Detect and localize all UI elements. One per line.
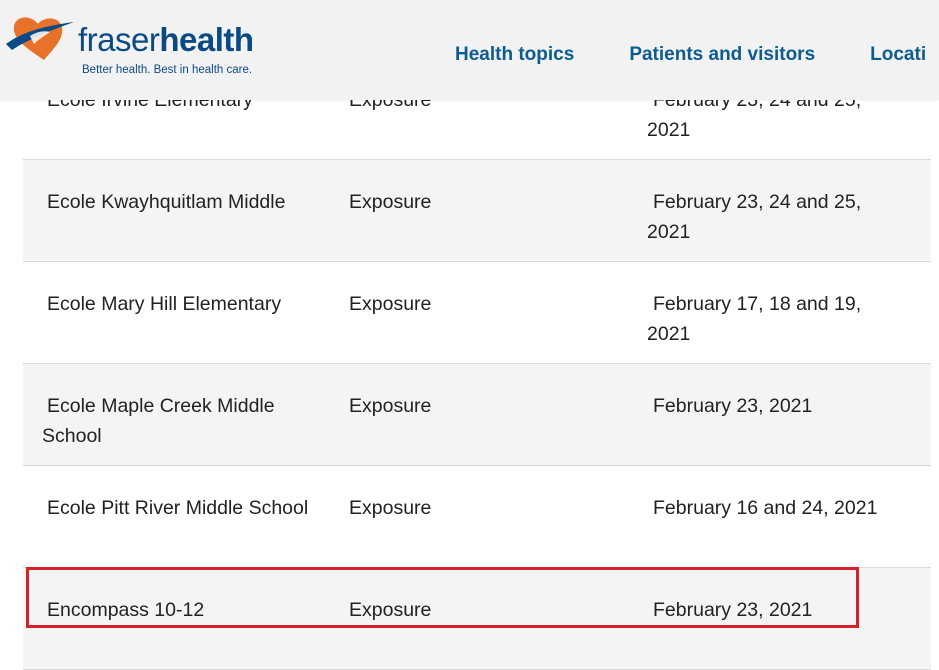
school-name: Ecole Pitt River Middle School xyxy=(47,497,309,519)
exposure-type: Exposure xyxy=(349,599,432,621)
fraserhealth-logo[interactable]: fraserhealth Better health. Best in heal… xyxy=(4,14,254,84)
exposure-dates: February 23, 2021 xyxy=(653,395,813,417)
exposure-type: Exposure xyxy=(349,191,432,213)
exposure-type: Exposure xyxy=(349,293,432,315)
school-name: Encompass 10-12 xyxy=(47,599,205,621)
table-row: Ecole Pitt River Middle School Exposure … xyxy=(23,466,931,568)
logo-wordmark-health: health xyxy=(159,21,254,58)
exposure-dates: February 17, 18 and 19, 2021 xyxy=(647,293,862,345)
table-row: Ecole Maple Creek Middle School Exposure… xyxy=(23,364,931,466)
nav-health-topics[interactable]: Health topics xyxy=(455,44,574,66)
exposure-type: Exposure xyxy=(349,395,432,417)
exposure-dates: February 16 and 24, 2021 xyxy=(653,497,878,519)
nav-patients-and-visitors[interactable]: Patients and visitors xyxy=(629,44,815,66)
table-row: Encompass 10-12 Exposure February 23, 20… xyxy=(23,568,931,670)
heart-logo-icon xyxy=(6,17,74,60)
school-exposure-table: Ecole Irvine Elementary Exposure Februar… xyxy=(23,58,931,670)
table-row: Ecole Mary Hill Elementary Exposure Febr… xyxy=(23,262,931,364)
logo-tagline: Better health. Best in health care. xyxy=(82,64,253,76)
exposure-dates: February 23, 24 and 25, 2021 xyxy=(647,191,862,243)
school-name: Ecole Maple Creek Middle School xyxy=(42,395,275,447)
nav-locations[interactable]: Locati xyxy=(870,44,926,66)
table-row: Ecole Kwayhquitlam Middle Exposure Febru… xyxy=(23,160,931,262)
school-name: Ecole Kwayhquitlam Middle xyxy=(47,191,286,213)
logo-wordmark: fraserhealth xyxy=(78,20,254,60)
exposure-type: Exposure xyxy=(349,497,432,519)
school-name: Ecole Mary Hill Elementary xyxy=(47,293,282,315)
logo-wordmark-fraser: fraser xyxy=(78,21,160,58)
site-header: fraserhealth Better health. Best in heal… xyxy=(0,0,939,100)
main-nav: Health topics Patients and visitors Loca… xyxy=(455,44,939,66)
exposure-dates: February 23, 2021 xyxy=(653,599,813,621)
